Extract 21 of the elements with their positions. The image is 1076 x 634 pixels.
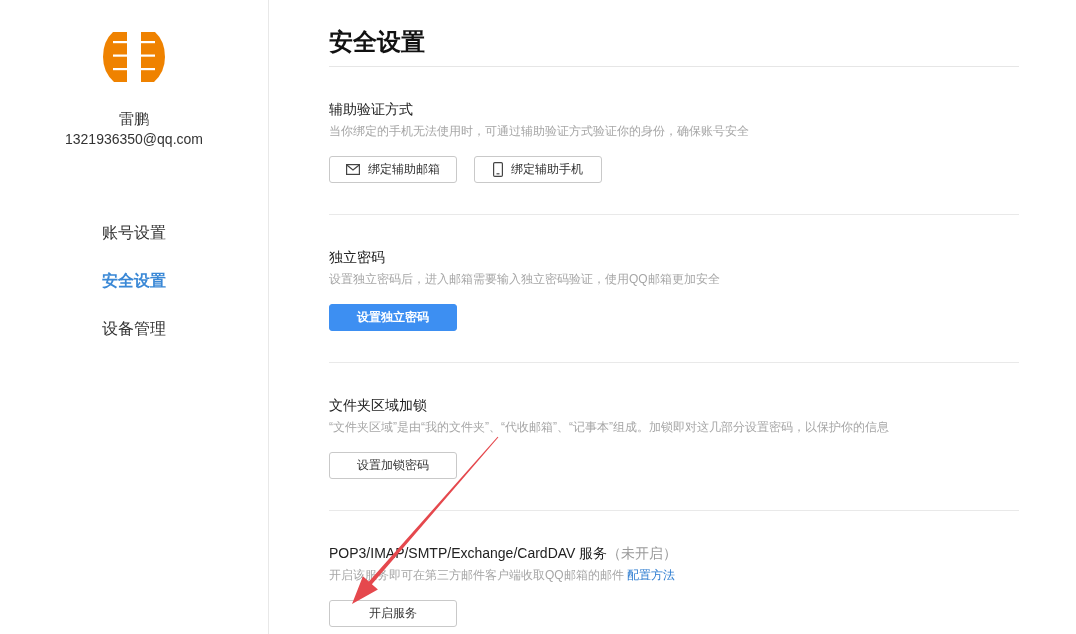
section-description: 当你绑定的手机无法使用时，可通过辅助验证方式验证你的身份，确保账号安全 bbox=[329, 123, 749, 140]
action-button[interactable]: 绑定辅助手机 bbox=[474, 156, 602, 183]
section-description: “文件夹区域”是由“我的文件夹”、“代收邮箱”、“记事本”组成。加锁即对这几部分设置密码，以保护你的信息 bbox=[329, 419, 889, 436]
avatar-icon bbox=[103, 32, 165, 82]
config-link[interactable]: 配置方法 bbox=[627, 568, 675, 582]
page-title: 安全设置 bbox=[329, 27, 425, 57]
action-button[interactable]: 绑定辅助邮箱 bbox=[329, 156, 457, 183]
action-button[interactable]: 开启服务 bbox=[329, 600, 457, 627]
status-text: （未开启） bbox=[607, 544, 678, 563]
section-title: 独立密码 bbox=[329, 248, 385, 267]
phone-icon bbox=[493, 162, 503, 177]
sidebar-nav-item[interactable]: 设备管理 bbox=[102, 305, 166, 353]
user-email: 1321936350@qq.com bbox=[65, 130, 203, 149]
section-title: 辅助验证方式 bbox=[329, 100, 413, 119]
section-title: 文件夹区域加锁 bbox=[329, 396, 427, 415]
user-name: 雷鹏 bbox=[119, 109, 149, 129]
envelope-icon bbox=[346, 164, 360, 175]
sidebar-nav-item[interactable]: 账号设置 bbox=[102, 209, 166, 257]
action-button[interactable]: 设置加锁密码 bbox=[329, 452, 457, 479]
sidebar-nav-item[interactable]: 安全设置 bbox=[102, 257, 166, 305]
section-description: 设置独立密码后，进入邮箱需要输入独立密码验证，使用QQ邮箱更加安全 bbox=[329, 271, 720, 288]
